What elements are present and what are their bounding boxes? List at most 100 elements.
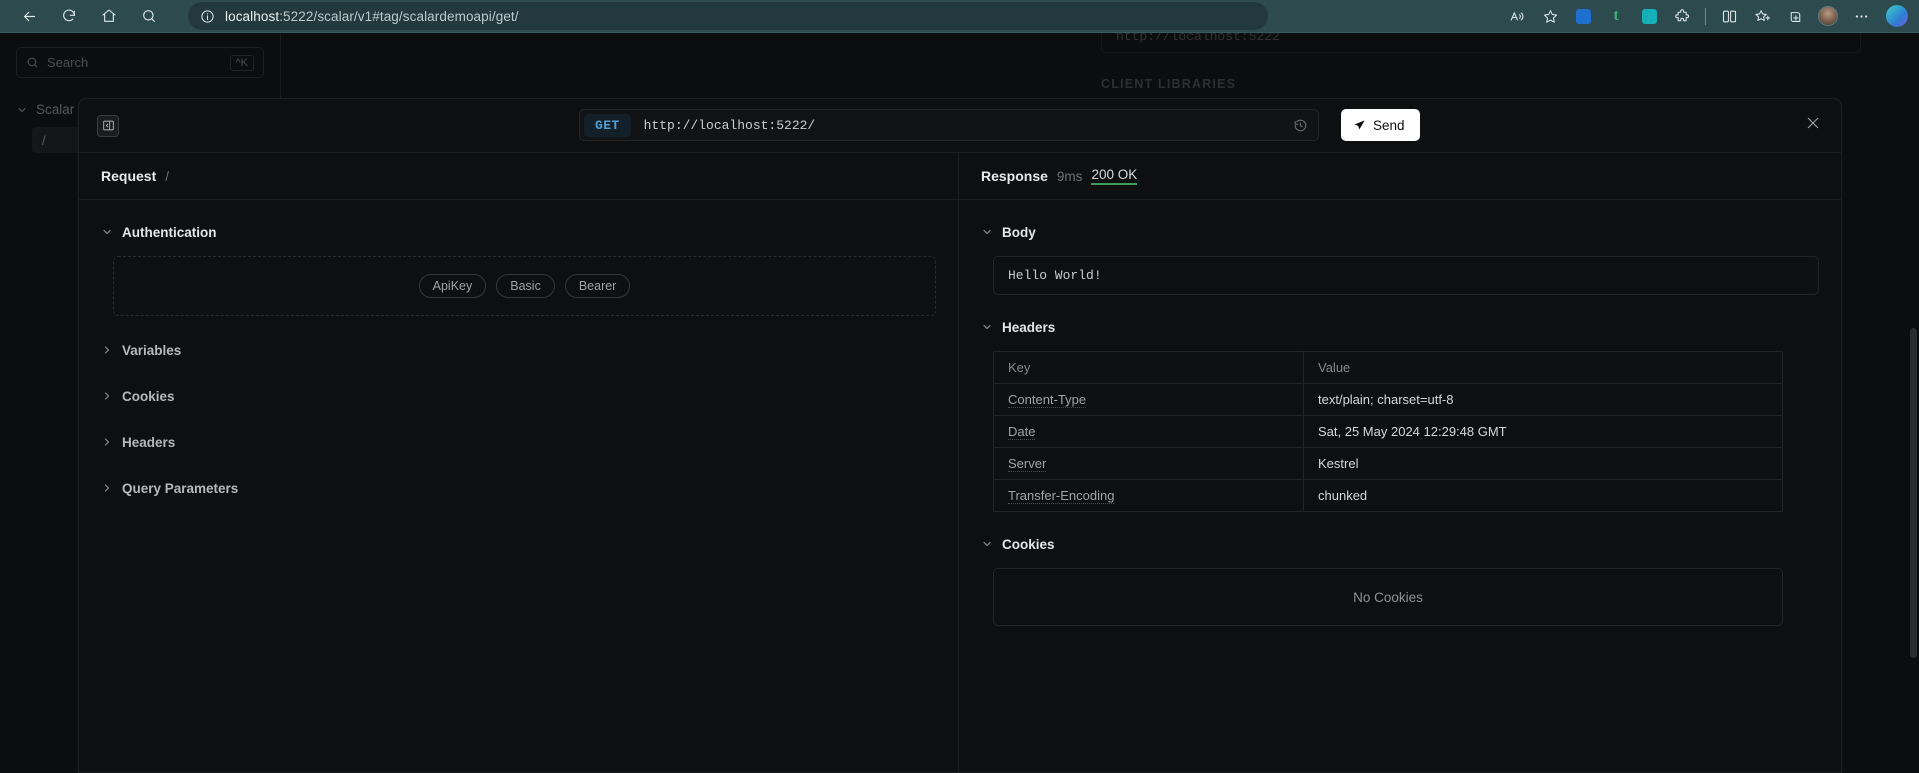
- response-body-section-header[interactable]: Body: [981, 220, 1819, 244]
- response-status-badge: 200 OK: [1091, 167, 1138, 185]
- response-pane-header: Response 9ms 200 OK: [959, 153, 1841, 200]
- refresh-icon[interactable]: [52, 2, 86, 30]
- table-row: Date Sat, 25 May 2024 12:29:48 GMT: [993, 415, 1783, 448]
- table-row: Transfer-Encoding chunked: [993, 479, 1783, 512]
- header-value: Kestrel: [1303, 447, 1783, 480]
- authentication-label: Authentication: [122, 224, 217, 240]
- request-url-input[interactable]: http://localhost:5222/: [644, 118, 816, 133]
- query-parameters-section-header[interactable]: Query Parameters: [101, 476, 936, 500]
- column-header-key: Key: [993, 351, 1304, 384]
- site-info-icon[interactable]: [200, 9, 215, 24]
- auth-scheme-apikey[interactable]: ApiKey: [418, 274, 487, 298]
- response-headers-table: Key Value Content-Type text/plain; chars…: [993, 351, 1783, 512]
- extension-icon-1[interactable]: [1568, 2, 1598, 30]
- sidebar-group-label: Scalar: [36, 102, 75, 117]
- browser-essentials-icon[interactable]: [1780, 2, 1810, 30]
- chevron-down-icon: [101, 226, 113, 238]
- header-key: Transfer-Encoding: [1008, 488, 1115, 504]
- sidebar-toggle-icon[interactable]: [97, 114, 119, 137]
- page-scrollbar[interactable]: [1910, 328, 1917, 658]
- search-icon[interactable]: [132, 2, 166, 30]
- chevron-down-icon: [981, 321, 993, 333]
- table-header-row: Key Value: [993, 351, 1783, 384]
- response-cookies-section-header[interactable]: Cookies: [981, 532, 1819, 556]
- chevron-right-icon: [101, 436, 113, 448]
- header-key: Content-Type: [1008, 392, 1087, 408]
- cookies-label: Cookies: [122, 388, 175, 404]
- toolbar-divider: [1705, 7, 1706, 25]
- column-header-value: Value: [1318, 360, 1351, 375]
- chevron-right-icon: [101, 482, 113, 494]
- extensions-puzzle-icon[interactable]: [1667, 2, 1697, 30]
- auth-scheme-bearer[interactable]: Bearer: [564, 274, 631, 298]
- extension-icon-3[interactable]: [1634, 2, 1664, 30]
- collections-icon[interactable]: [1747, 2, 1777, 30]
- response-pane-content: Body Hello World! Headers Key Value Cont…: [959, 200, 1841, 626]
- address-bar-host: localhost: [225, 8, 280, 24]
- browser-actions: t: [1502, 2, 1919, 30]
- response-cookies-label: Cookies: [1002, 536, 1055, 552]
- browser-toolbar: localhost:5222/scalar/v1#tag/scalardemoa…: [0, 0, 1919, 33]
- request-address-bar[interactable]: GET http://localhost:5222/: [579, 109, 1319, 141]
- request-path: /: [165, 168, 169, 184]
- request-title: Request: [101, 168, 157, 184]
- search-icon: [26, 56, 39, 69]
- split-screen-icon[interactable]: [1714, 2, 1744, 30]
- back-icon[interactable]: [12, 2, 46, 30]
- copilot-icon[interactable]: [1879, 2, 1909, 30]
- send-button[interactable]: Send: [1341, 109, 1420, 141]
- docs-search-placeholder: Search: [47, 55, 89, 70]
- table-row: Server Kestrel: [993, 447, 1783, 480]
- docs-client-libraries-heading: CLIENT LIBRARIES: [1101, 77, 1237, 91]
- response-body-content: Hello World!: [993, 256, 1819, 295]
- extension-icon-2[interactable]: t: [1601, 2, 1631, 30]
- api-client-modal: GET http://localhost:5222/ Send Request …: [78, 98, 1842, 773]
- api-client-body: Request / Authentication ApiKey Basic Be…: [79, 153, 1841, 772]
- close-icon[interactable]: [1805, 115, 1821, 136]
- header-value: text/plain; charset=utf-8: [1303, 383, 1783, 416]
- send-button-label: Send: [1373, 117, 1405, 133]
- history-icon[interactable]: [1293, 118, 1308, 133]
- chevron-down-icon: [981, 226, 993, 238]
- home-icon[interactable]: [92, 2, 126, 30]
- chevron-right-icon: [101, 344, 113, 356]
- cookies-section-header[interactable]: Cookies: [101, 384, 936, 408]
- header-value: chunked: [1303, 479, 1783, 512]
- header-key: Date: [1008, 424, 1036, 440]
- response-duration: 9ms: [1056, 168, 1083, 184]
- response-title: Response: [981, 168, 1048, 184]
- header-value: Sat, 25 May 2024 12:29:48 GMT: [1303, 415, 1783, 448]
- address-bar[interactable]: localhost:5222/scalar/v1#tag/scalardemoa…: [188, 2, 1268, 30]
- variables-label: Variables: [122, 342, 182, 358]
- chevron-down-icon: [981, 538, 993, 550]
- table-row: Content-Type text/plain; charset=utf-8: [993, 383, 1783, 416]
- read-aloud-icon[interactable]: [1502, 2, 1532, 30]
- sidebar-item-label: /: [42, 132, 46, 148]
- header-key: Server: [1008, 456, 1047, 472]
- http-method-chip[interactable]: GET: [584, 113, 631, 137]
- settings-more-icon[interactable]: [1846, 2, 1876, 30]
- response-pane: Response 9ms 200 OK Body Hello World! He…: [959, 153, 1841, 772]
- favorite-star-icon[interactable]: [1535, 2, 1565, 30]
- chevron-down-icon: [16, 104, 28, 116]
- query-parameters-label: Query Parameters: [122, 480, 239, 496]
- response-body-label: Body: [1002, 224, 1036, 240]
- avatar[interactable]: [1813, 2, 1843, 30]
- api-client-topbar: GET http://localhost:5222/ Send: [79, 99, 1841, 153]
- headers-section-header[interactable]: Headers: [101, 430, 936, 454]
- request-pane: Request / Authentication ApiKey Basic Be…: [79, 153, 959, 772]
- send-plane-icon: [1353, 119, 1366, 132]
- authentication-section-header[interactable]: Authentication: [101, 220, 936, 244]
- request-pane-header: Request /: [79, 153, 958, 200]
- chevron-right-icon: [101, 390, 113, 402]
- response-headers-label: Headers: [1002, 319, 1056, 335]
- response-headers-section-header[interactable]: Headers: [981, 315, 1819, 339]
- authentication-schemes-box: ApiKey Basic Bearer: [113, 256, 936, 316]
- response-cookies-empty: No Cookies: [993, 568, 1783, 626]
- request-pane-content: Authentication ApiKey Basic Bearer Varia…: [79, 200, 958, 500]
- docs-search-input[interactable]: Search ^K: [16, 47, 264, 78]
- address-bar-path: :5222/scalar/v1#tag/scalardemoapi/get/: [279, 8, 519, 24]
- address-bar-url: localhost:5222/scalar/v1#tag/scalardemoa…: [225, 9, 519, 24]
- variables-section-header[interactable]: Variables: [101, 338, 936, 362]
- auth-scheme-basic[interactable]: Basic: [496, 274, 555, 298]
